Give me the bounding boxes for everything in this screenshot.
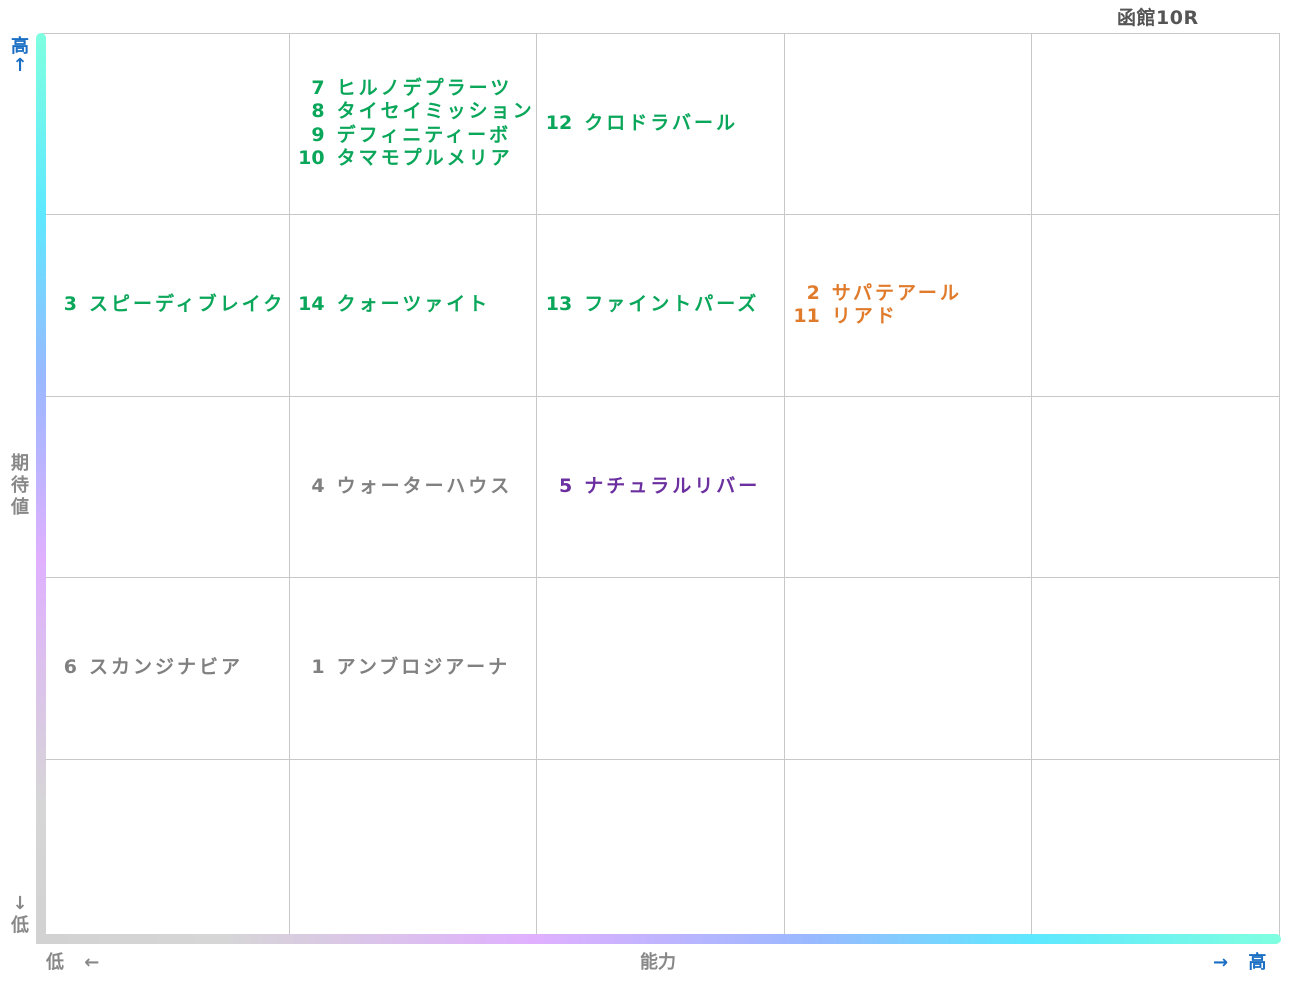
- horse-name: スピーディブレイク: [89, 293, 286, 316]
- horse-name: ファイントパーズ: [584, 293, 760, 316]
- horse-entry: 8 タイセイミッション: [295, 100, 535, 124]
- grid-line-vertical: [1279, 33, 1280, 940]
- horse-name: スカンジナビア: [89, 656, 244, 679]
- horse-entry: 10 タマモプルメリア: [295, 147, 535, 171]
- x-axis-high-text: 高: [1248, 952, 1267, 973]
- horse-number: 6: [63, 656, 77, 679]
- y-axis-bar: [36, 33, 46, 942]
- chart-grid: 7 ヒルノデプラーツ 8 タイセイミッション 9 デフィニティーボ 10 タマモプルメリア 12…: [41, 33, 1280, 941]
- horse-number: 11: [793, 305, 820, 328]
- horse-number: 8: [311, 100, 325, 123]
- grid-line-horizontal: [41, 577, 1279, 578]
- grid-cell: 6 スカンジナビア: [47, 656, 243, 680]
- chart-title: 函館10R: [1117, 7, 1199, 29]
- horse-entry: 7 ヒルノデプラーツ: [295, 77, 535, 101]
- horse-name: ヒルノデプラーツ: [336, 76, 513, 99]
- y-axis-label-text: 期待値: [8, 453, 32, 519]
- horse-name: クロドラバール: [584, 111, 738, 134]
- grid-line-horizontal: [41, 214, 1279, 215]
- grid-cell: 3 スピーディブレイク: [47, 293, 285, 317]
- grid-line-horizontal: [41, 33, 1279, 34]
- grid-line-vertical: [784, 33, 785, 940]
- grid-cell: 7 ヒルノデプラーツ 8 タイセイミッション 9 デフィニティーボ 10 タマモプルメリア: [295, 77, 535, 171]
- down-arrow-icon: ↓: [12, 893, 28, 914]
- x-axis-low-label: 低 ←: [46, 952, 99, 974]
- horse-entry: 11 リアド: [790, 305, 962, 329]
- y-axis-label: 期待値: [8, 453, 32, 519]
- grid-cell: 14 クォーツァイト: [295, 293, 491, 317]
- horse-number: 2: [806, 281, 820, 304]
- horse-number: 7: [311, 76, 325, 99]
- horse-entry: 9 デフィニティーボ: [295, 124, 535, 148]
- y-axis-low-label: ↓ 低: [8, 893, 32, 937]
- horse-number: 10: [298, 147, 325, 170]
- y-axis-label-char: 待: [11, 475, 29, 496]
- horse-number: 5: [558, 474, 573, 497]
- grid-line-horizontal: [41, 759, 1279, 760]
- horse-name: クォーツァイト: [336, 293, 491, 316]
- horse-name: デフィニティーボ: [336, 123, 512, 146]
- grid-cell: 13 ファイントパーズ: [542, 293, 759, 317]
- horse-entry: 13 ファイントパーズ: [542, 293, 759, 317]
- horse-number: 12: [545, 111, 573, 134]
- y-axis-high-label: 高 ↑: [8, 36, 32, 77]
- left-arrow-icon: ←: [84, 952, 100, 973]
- horse-entry: 6 スカンジナビア: [47, 656, 243, 680]
- grid-cell: 2 サパテアール 11 リアド: [790, 282, 962, 329]
- grid-line-horizontal: [41, 396, 1279, 397]
- horse-entry: 5 ナチュラルリバー: [542, 475, 760, 499]
- horse-name: アンブロジアーナ: [336, 656, 511, 679]
- grid-line-vertical: [536, 33, 537, 940]
- x-axis-label: 能力: [640, 952, 676, 973]
- horse-number: 13: [545, 293, 573, 316]
- grid-cell: 1 アンブロジアーナ: [295, 656, 511, 680]
- grid-cell: 5 ナチュラルリバー: [542, 475, 760, 499]
- horse-name: タマモプルメリア: [336, 147, 513, 170]
- right-arrow-icon: →: [1213, 952, 1229, 973]
- horse-entry: 4 ウォーターハウス: [295, 475, 513, 499]
- horse-name: ナチュラルリバー: [584, 474, 761, 497]
- horse-name: タイセイミッション: [336, 100, 535, 123]
- horse-entry: 3 スピーディブレイク: [47, 293, 285, 317]
- x-axis-low-text: 低: [46, 952, 64, 973]
- horse-number: 3: [63, 293, 77, 316]
- grid-line-vertical: [1031, 33, 1032, 940]
- x-axis-bar: [36, 934, 1281, 944]
- y-axis-label-char: 期: [11, 453, 29, 474]
- horse-entry: 12 クロドラバール: [542, 112, 738, 136]
- grid-cell: 12 クロドラバール: [542, 112, 738, 136]
- horse-entry: 1 アンブロジアーナ: [295, 656, 511, 680]
- horse-name: サパテアール: [831, 281, 962, 304]
- x-axis-high-label: → 高: [1213, 952, 1266, 974]
- y-axis-label-char: 値: [11, 497, 29, 518]
- horse-name: リアド: [831, 305, 898, 328]
- horse-number: 4: [311, 474, 325, 497]
- horse-entry: 2 サパテアール: [790, 282, 962, 306]
- horse-number: 1: [311, 656, 325, 679]
- y-axis-low-text: 低: [11, 915, 29, 936]
- grid-line-vertical: [289, 33, 290, 940]
- grid-cell: 4 ウォーターハウス: [295, 475, 513, 499]
- horse-number: 14: [298, 293, 325, 316]
- horse-entry: 14 クォーツァイト: [295, 293, 491, 317]
- up-arrow-icon: ↑: [12, 55, 28, 76]
- horse-name: ウォーターハウス: [336, 474, 513, 497]
- horse-number: 9: [311, 123, 325, 146]
